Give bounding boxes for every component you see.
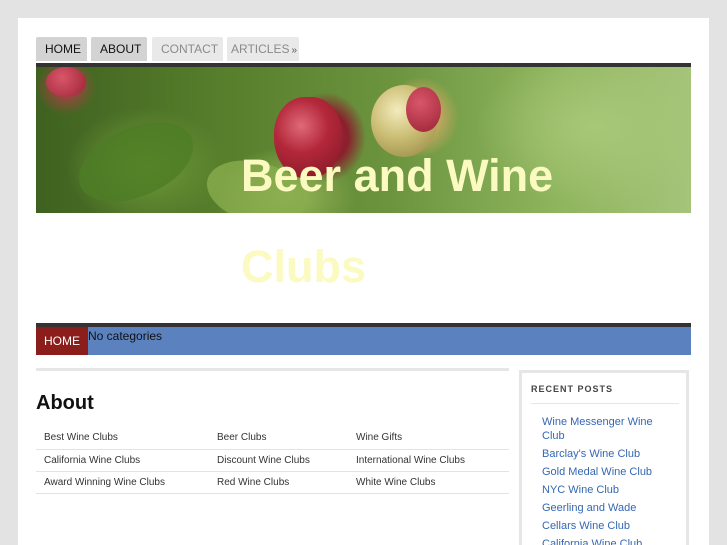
- recent-post-link[interactable]: Gold Medal Wine Club: [542, 465, 672, 479]
- link-cell[interactable]: International Wine Clubs: [348, 449, 509, 472]
- table-row: Award Winning Wine Clubs Red Wine Clubs …: [36, 471, 509, 494]
- nav-tab-about[interactable]: ABOUT: [91, 37, 147, 61]
- nav-tab-home-label: HOME: [45, 42, 81, 56]
- links-table: Best Wine Clubs Beer Clubs Wine Gifts Ca…: [36, 427, 509, 494]
- table-row: California Wine Clubs Discount Wine Club…: [36, 449, 509, 472]
- raspberry-shape: [406, 87, 441, 132]
- recent-post-link[interactable]: California Wine Club: [542, 537, 672, 545]
- no-categories-text: No categories: [88, 329, 163, 343]
- link-cell[interactable]: Wine Gifts: [348, 427, 509, 450]
- recent-post-link[interactable]: Barclay's Wine Club: [542, 447, 672, 461]
- link-cell[interactable]: Award Winning Wine Clubs: [36, 471, 209, 494]
- link-cell[interactable]: Best Wine Clubs: [36, 427, 209, 450]
- nav-tab-home[interactable]: HOME: [36, 37, 87, 61]
- recent-post-link[interactable]: Geerling and Wade: [542, 501, 672, 515]
- leaf-shape: [68, 112, 204, 212]
- table-row: Best Wine Clubs Beer Clubs Wine Gifts: [36, 427, 509, 450]
- nav-tab-about-label: ABOUT: [100, 42, 142, 56]
- double-chevron-down-icon: »: [291, 45, 298, 56]
- recent-posts-list: Wine Messenger Wine Club Barclay's Wine …: [542, 415, 672, 545]
- site-title[interactable]: Beer and Wine Clubs: [241, 130, 601, 312]
- recent-post-link[interactable]: Wine Messenger Wine Club: [542, 415, 672, 443]
- nav-tab-contact-label: CONTACT: [161, 42, 219, 56]
- link-cell[interactable]: Beer Clubs: [209, 427, 348, 450]
- category-bar: HOME No categories: [36, 323, 691, 355]
- raspberry-shape: [46, 67, 86, 97]
- nav-tab-articles-label: ARTICLES: [231, 42, 290, 56]
- widget-title: RECENT POSTS: [531, 384, 614, 394]
- nav-tab-contact[interactable]: CONTACT: [152, 37, 223, 61]
- recent-posts-widget: RECENT POSTS Wine Messenger Wine Club Ba…: [519, 370, 689, 545]
- recent-post-link[interactable]: NYC Wine Club: [542, 483, 672, 497]
- link-cell[interactable]: Discount Wine Clubs: [209, 449, 348, 472]
- nav-tab-articles[interactable]: ARTICLES»: [227, 37, 299, 61]
- page-title: About: [36, 392, 94, 414]
- link-cell[interactable]: California Wine Clubs: [36, 449, 209, 472]
- widget-divider: [531, 403, 679, 404]
- content-top-rule: [36, 368, 509, 371]
- link-cell[interactable]: Red Wine Clubs: [209, 471, 348, 494]
- category-home-button[interactable]: HOME: [36, 327, 88, 355]
- link-cell[interactable]: White Wine Clubs: [348, 471, 509, 494]
- page-container: HOME ABOUT CONTACT ARTICLES» Beer and Wi…: [18, 18, 709, 545]
- recent-post-link[interactable]: Cellars Wine Club: [542, 519, 672, 533]
